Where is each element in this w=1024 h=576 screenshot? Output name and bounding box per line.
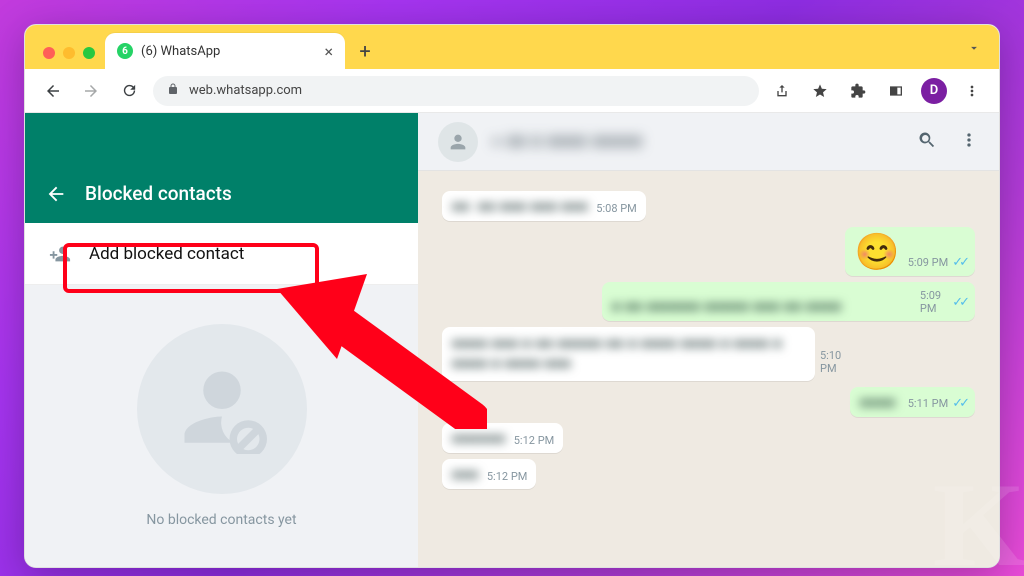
message-timestamp: 5:11 PM: [908, 397, 948, 410]
bookmark-button[interactable]: [807, 78, 833, 104]
profile-avatar-button[interactable]: D: [921, 78, 947, 104]
panel-title: Blocked contacts: [85, 182, 232, 205]
empty-state-illustration: [137, 324, 307, 494]
browser-tabstrip: 6 (6) WhatsApp × +: [25, 25, 999, 69]
message-row: ■■ ■■ ■■■ ■■■ ■■■ 5:08 PM: [442, 191, 975, 221]
message-text: ■■■■: [860, 394, 900, 411]
star-icon: [812, 83, 828, 99]
message-bubble[interactable]: ■■■■■■ 5:12 PM: [442, 423, 563, 453]
messages-area[interactable]: ■■ ■■ ■■■ ■■■ ■■■5:08 PM😊5:09 PM✓✓■ ■■ ■…: [418, 171, 999, 567]
window-minimize-icon[interactable]: [63, 47, 75, 59]
message-metadata: 5:12 PM: [514, 434, 554, 447]
message-row: ■ ■■ ■■■■■■ ■■■■■ ■■■ ■■ ■■■■ 5:09 PM ✓✓: [442, 282, 975, 321]
chevron-down-icon: [967, 41, 981, 55]
message-row: ■■■■■■ 5:12 PM: [442, 423, 975, 453]
tab-menu-button[interactable]: [967, 40, 999, 69]
message-emoji: 😊: [855, 234, 900, 270]
message-timestamp: 5:08 PM: [596, 202, 636, 215]
person-blocked-icon: [177, 364, 267, 454]
default-avatar-icon: [447, 131, 469, 153]
avatar-letter: D: [930, 83, 938, 98]
chat-panel: + 00 0 0000 00000 ■■ ■■ ■■■ ■■■ ■■■ 5:08 …: [418, 113, 999, 567]
window-traffic-lights: [35, 47, 105, 69]
nav-forward-button[interactable]: [77, 77, 105, 105]
read-receipt-icon: ✓✓: [952, 396, 966, 411]
window-close-icon[interactable]: [43, 47, 55, 59]
message-bubble[interactable]: ■■■■ ■■■ ■ ■■ ■■■■■ ■■ ■ ■■■■ ■■■■ ■ ■■■…: [442, 327, 815, 381]
message-timestamp: 5:12 PM: [514, 434, 554, 447]
message-row: ■■■■ 5:11 PM ✓✓: [442, 387, 975, 417]
chat-header: + 00 0 0000 00000: [418, 113, 999, 171]
tab-close-icon[interactable]: ×: [324, 42, 333, 61]
sidepanel-button[interactable]: [883, 78, 909, 104]
add-blocked-contact-label: Add blocked contact: [89, 244, 244, 264]
message-bubble[interactable]: ■■■ 5:12 PM: [442, 459, 536, 489]
message-text: ■■ ■■ ■■■ ■■■ ■■■: [452, 198, 588, 215]
puzzle-icon: [850, 83, 866, 99]
message-metadata: 5:12 PM: [487, 470, 527, 483]
panel-header: Blocked contacts: [25, 113, 418, 223]
message-text: ■■■■ ■■■ ■ ■■ ■■■■■ ■■ ■ ■■■■ ■■■■ ■ ■■■…: [452, 334, 812, 375]
message-text: ■■■: [452, 466, 479, 483]
person-add-icon: [49, 243, 71, 265]
url-text: web.whatsapp.com: [189, 83, 302, 98]
window-fullscreen-icon[interactable]: [83, 47, 95, 59]
new-tab-button[interactable]: +: [351, 37, 379, 65]
read-receipt-icon: ✓✓: [952, 255, 966, 270]
nav-reload-button[interactable]: [115, 77, 143, 105]
message-timestamp: 5:10 PM: [820, 349, 841, 375]
more-vertical-icon: [964, 83, 980, 99]
panel-back-button[interactable]: [45, 183, 67, 205]
more-vertical-icon: [959, 130, 979, 150]
arrow-left-icon: [45, 183, 67, 205]
browser-tab-active[interactable]: 6 (6) WhatsApp ×: [105, 33, 345, 69]
contact-name[interactable]: + 00 0 0000 00000: [492, 132, 643, 151]
tab-title: (6) WhatsApp: [141, 44, 220, 59]
message-timestamp: 5:09 PM: [908, 256, 948, 269]
add-blocked-contact-button[interactable]: Add blocked contact: [25, 223, 418, 285]
message-text: ■ ■■ ■■■■■■ ■■■■■ ■■■ ■■ ■■■■: [612, 298, 912, 315]
search-icon: [917, 130, 937, 150]
contact-avatar[interactable]: [438, 122, 478, 162]
arrow-right-icon: [82, 82, 100, 100]
share-button[interactable]: [769, 78, 795, 104]
arrow-left-icon: [44, 82, 62, 100]
message-bubble[interactable]: 😊 5:09 PM ✓✓: [845, 227, 975, 276]
nav-back-button[interactable]: [39, 77, 67, 105]
lock-icon: [167, 83, 179, 98]
kebab-menu-button[interactable]: [959, 78, 985, 104]
blocked-empty-state: No blocked contacts yet: [25, 285, 418, 567]
panel-icon: [888, 83, 904, 99]
message-row: ■■■■ ■■■ ■ ■■ ■■■■■ ■■ ■ ■■■■ ■■■■ ■ ■■■…: [442, 327, 975, 381]
blocked-contacts-panel: Blocked contacts Add blocked contact No …: [25, 113, 418, 567]
share-icon: [774, 83, 790, 99]
message-metadata: 5:09 PM ✓✓: [920, 289, 966, 315]
message-row: 😊 5:09 PM ✓✓: [442, 227, 975, 276]
extensions-button[interactable]: [845, 78, 871, 104]
chat-search-button[interactable]: [917, 130, 937, 154]
message-text: ■■■■■■: [452, 430, 506, 447]
message-bubble[interactable]: ■ ■■ ■■■■■■ ■■■■■ ■■■ ■■ ■■■■ 5:09 PM ✓✓: [602, 282, 975, 321]
read-receipt-icon: ✓✓: [952, 295, 966, 310]
reload-icon: [121, 82, 138, 99]
message-row: ■■■ 5:12 PM: [442, 459, 975, 489]
chat-menu-button[interactable]: [959, 130, 979, 154]
message-metadata: 5:11 PM ✓✓: [908, 396, 966, 411]
message-bubble[interactable]: ■■■■ 5:11 PM ✓✓: [850, 387, 975, 417]
empty-state-text: No blocked contacts yet: [146, 512, 296, 528]
message-timestamp: 5:12 PM: [487, 470, 527, 483]
browser-urlbar: web.whatsapp.com D: [25, 69, 999, 113]
message-metadata: 5:09 PM ✓✓: [908, 255, 966, 270]
message-bubble[interactable]: ■■ ■■ ■■■ ■■■ ■■■ 5:08 PM: [442, 191, 646, 221]
message-metadata: 5:10 PM: [820, 349, 841, 375]
address-bar[interactable]: web.whatsapp.com: [153, 76, 759, 106]
whatsapp-favicon-icon: 6: [117, 43, 133, 59]
message-timestamp: 5:09 PM: [920, 289, 948, 315]
message-metadata: 5:08 PM: [596, 202, 636, 215]
